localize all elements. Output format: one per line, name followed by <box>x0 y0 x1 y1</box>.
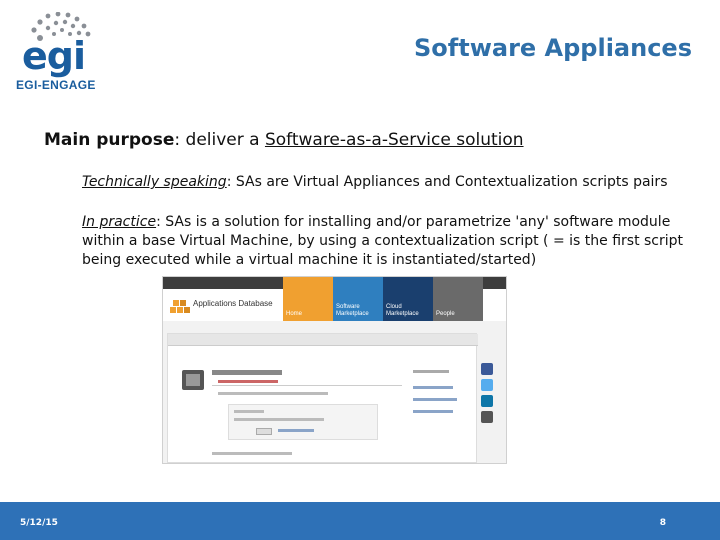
saas-link[interactable]: Software-as-a-Service solution <box>265 130 524 150</box>
screenshot-line <box>234 418 324 421</box>
bullet-practice: In practice: SAs is a solution for insta… <box>82 213 692 270</box>
screenshot-tile-cloud: Cloud Marketplace <box>383 277 433 321</box>
bullet-technically: Technically speaking: SAs are Virtual Ap… <box>82 174 682 190</box>
logo-subtitle: EGI-ENGAGE <box>16 78 96 92</box>
screenshot-body <box>167 333 478 463</box>
appdb-cubes-icon <box>170 300 190 313</box>
slide-title: Software Appliances <box>414 34 692 62</box>
footer-bar: 5/12/15 8 <box>0 502 720 540</box>
appliance-icon-inner <box>186 374 200 386</box>
footer-date: 5/12/15 <box>20 518 58 528</box>
bullet-practice-label: In practice <box>82 214 157 230</box>
bullet-technically-label: Technically speaking <box>82 174 227 190</box>
screenshot-sidebar <box>413 366 473 456</box>
screenshot-app-name: Applications Database <box>193 299 273 308</box>
screenshot-button <box>256 428 272 435</box>
main-purpose: Main purpose: deliver a Software-as-a-Se… <box>44 130 524 150</box>
sidebar-line <box>413 410 453 413</box>
bullet-technically-text: : SAs are Virtual Appliances and Context… <box>226 174 668 190</box>
tile-label: Software Marketplace <box>336 304 369 317</box>
screenshot-line <box>278 429 314 432</box>
page-number: 8 <box>659 518 666 528</box>
appdb-screenshot: Applications Database Home Software Mark… <box>162 276 507 464</box>
screenshot-tabs <box>168 334 478 346</box>
screenshot-tile-software: Software Marketplace <box>333 277 383 321</box>
linkedin-icon <box>481 395 493 407</box>
logo-wordmark: egi <box>22 34 86 78</box>
screenshot-tile-people: People <box>433 277 483 321</box>
screenshot-line <box>218 380 278 383</box>
twitter-icon <box>481 379 493 391</box>
screenshot-line <box>218 392 328 395</box>
screenshot-tile-home: Home <box>283 277 333 321</box>
sidebar-line <box>413 386 453 389</box>
sidebar-line <box>413 398 457 401</box>
sidebar-line <box>413 370 449 373</box>
screenshot-line <box>234 410 264 413</box>
screenshot-line <box>212 452 292 455</box>
bullet-practice-text: : SAs is a solution for installing and/o… <box>82 214 684 268</box>
tile-label: People <box>436 311 455 317</box>
egi-logo: egi EGI-ENGAGE <box>10 8 110 92</box>
tile-label: Home <box>286 311 303 317</box>
screenshot-title-line <box>212 370 282 375</box>
tile-label: Cloud Marketplace <box>386 304 419 317</box>
main-purpose-label: Main purpose <box>44 130 175 150</box>
facebook-icon <box>481 363 493 375</box>
share-icon <box>481 411 493 423</box>
main-purpose-text: : deliver a <box>174 130 265 150</box>
